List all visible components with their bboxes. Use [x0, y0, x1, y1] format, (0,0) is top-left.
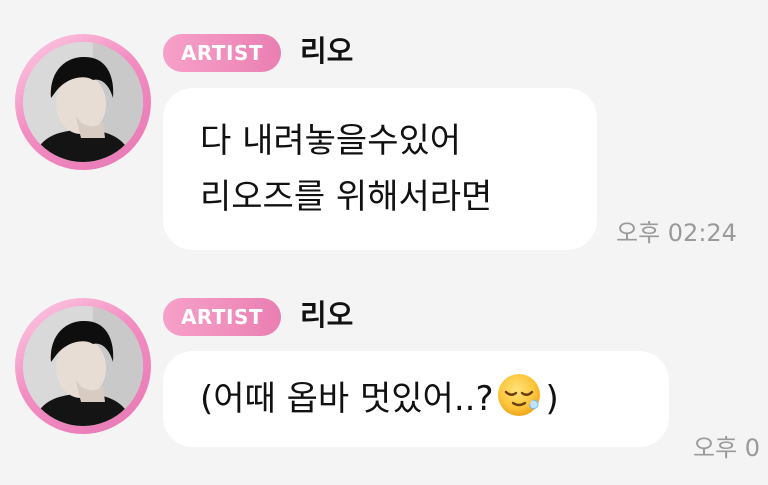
- message-text: ): [545, 379, 559, 419]
- artist-badge: ARTIST: [163, 298, 281, 336]
- avatar-photo: [23, 42, 143, 162]
- message-line: (어때 옵바 멋있어..? ): [200, 351, 669, 447]
- message-bubble[interactable]: (어때 옵바 멋있어..? ): [163, 351, 669, 447]
- avatar-ring: [15, 34, 151, 170]
- message-line: 리오즈를 위해서라면: [200, 177, 493, 217]
- message-line: 다 내려놓을수있어: [200, 121, 462, 161]
- artist-badge: ARTIST: [163, 34, 281, 72]
- avatar-ring: [15, 298, 151, 434]
- chat-message: ARTIST 리오 다 내려놓을수있어 리오즈를 위해서라면 오후 02:24: [0, 0, 768, 270]
- chat-message: ARTIST 리오 (어때 옵바 멋있어..? ) 오후 0: [0, 262, 768, 485]
- message-text: (어때 옵바 멋있어..?: [200, 379, 494, 419]
- message-timestamp: 오후 02:24: [616, 219, 737, 247]
- sender-name: 리오: [300, 298, 354, 332]
- message-bubble[interactable]: 다 내려놓을수있어 리오즈를 위해서라면: [163, 88, 597, 250]
- avatar[interactable]: [23, 42, 143, 162]
- avatar-photo: [23, 306, 143, 426]
- sender-name: 리오: [300, 34, 354, 68]
- message-timestamp: 오후 0: [693, 434, 761, 462]
- avatar[interactable]: [23, 306, 143, 426]
- relieved-face-icon: [496, 372, 542, 418]
